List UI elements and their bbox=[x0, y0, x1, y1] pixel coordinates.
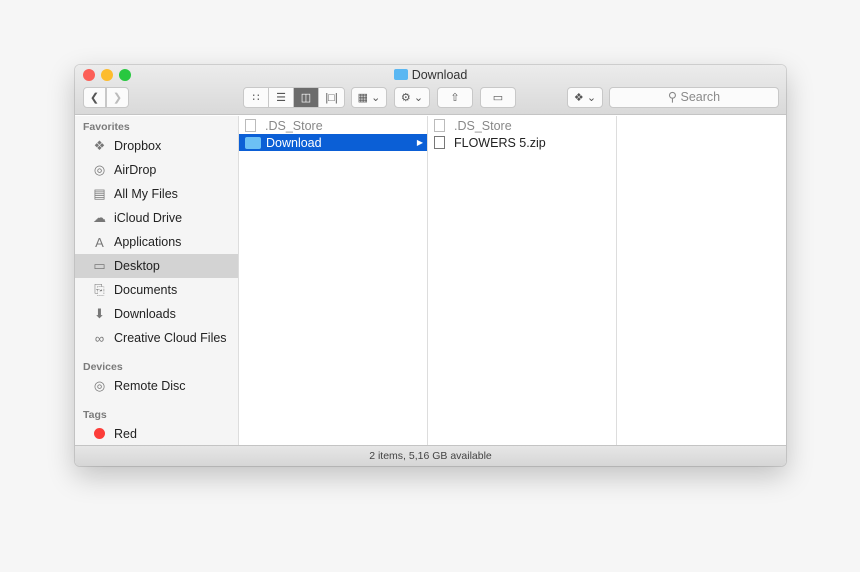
grid-icon: ▦ ⌄ bbox=[357, 92, 381, 104]
dropbox-button[interactable]: ❖ ⌄ bbox=[567, 87, 603, 108]
column-2: .DS_Store FLOWERS 5.zip bbox=[428, 116, 617, 445]
search-input[interactable]: ⚲ Search bbox=[609, 87, 779, 108]
sidebar-item-label: Dropbox bbox=[114, 139, 162, 153]
sidebar-item-label: Applications bbox=[114, 235, 182, 249]
applications-icon: A bbox=[95, 234, 104, 250]
folder-row[interactable]: Download ▶ bbox=[239, 134, 427, 151]
icon-view-button[interactable]: ∷ bbox=[244, 88, 269, 107]
sidebar-item-label: Documents bbox=[114, 283, 178, 297]
sidebar-item-icloud-drive[interactable]: ☁ iCloud Drive bbox=[75, 206, 238, 230]
sidebar-item-remote-disc[interactable]: ◎ Remote Disc bbox=[75, 374, 238, 398]
airdrop-icon: ◎ bbox=[93, 162, 106, 177]
sidebar-item-downloads[interactable]: ⬇ Downloads bbox=[75, 302, 238, 326]
forward-button[interactable]: ❯ bbox=[106, 87, 129, 108]
search-icon: ⚲ bbox=[667, 90, 681, 104]
favorites-heading: Favorites bbox=[83, 121, 130, 133]
tag-icon: ▭ bbox=[492, 92, 504, 104]
sidebar-item-label: iCloud Drive bbox=[114, 211, 183, 225]
column-view-button[interactable]: ◫ bbox=[294, 88, 319, 107]
disc-icon: ◎ bbox=[93, 378, 106, 393]
document-icon bbox=[245, 119, 256, 132]
documents-icon: ⎘ bbox=[94, 282, 105, 297]
downloads-icon: ⬇ bbox=[94, 306, 105, 321]
sidebar-item-creative-cloud-files[interactable]: ∞ Creative Cloud Files bbox=[75, 326, 238, 350]
gear-icon: ⚙ ⌄ bbox=[400, 92, 424, 104]
titlebar: Download ❮ ❯ ∷ ☰ ◫ |□| ▦ ⌄ ⚙ ⌄ ⇧ ▭ ❖ ⌄ ⚲… bbox=[75, 65, 786, 115]
disclosure-arrow-icon: ▶ bbox=[416, 138, 423, 147]
folder-icon bbox=[393, 69, 408, 80]
share-icon: ⇧ bbox=[450, 92, 460, 104]
sidebar-item-label: Downloads bbox=[114, 307, 176, 321]
zip-icon bbox=[434, 136, 445, 149]
back-button[interactable]: ❮ bbox=[83, 87, 106, 108]
file-row[interactable]: .DS_Store bbox=[239, 117, 427, 134]
sidebar: Favorites ❖ Dropbox ◎ AirDrop ▤ All My Files ☁… bbox=[75, 116, 239, 445]
chevron-right-icon: ❯ bbox=[112, 92, 123, 104]
file-name: .DS_Store bbox=[454, 118, 512, 133]
devices-heading: Devices bbox=[83, 361, 123, 373]
finder-window: Download ❮ ❯ ∷ ☰ ◫ |□| ▦ ⌄ ⚙ ⌄ ⇧ ▭ ❖ ⌄ ⚲… bbox=[75, 65, 786, 466]
sidebar-item-label: Remote Disc bbox=[114, 379, 186, 393]
file-row[interactable]: FLOWERS 5.zip bbox=[428, 134, 616, 151]
folder-icon bbox=[245, 136, 261, 149]
search-placeholder: Search bbox=[680, 90, 721, 104]
status-bar: 2 items, 5,16 GB available bbox=[75, 445, 786, 466]
sidebar-item-label: Red bbox=[114, 427, 137, 441]
sidebar-item-label: All My Files bbox=[114, 187, 178, 201]
sidebar-item-all-my-files[interactable]: ▤ All My Files bbox=[75, 182, 238, 206]
cloud-icon: ☁ bbox=[93, 210, 106, 225]
window-title: Download bbox=[75, 68, 786, 82]
sidebar-item-label: Creative Cloud Files bbox=[114, 331, 227, 345]
file-name: FLOWERS 5.zip bbox=[454, 135, 546, 150]
sidebar-item-applications[interactable]: A Applications bbox=[75, 230, 238, 254]
red-tag-dot-icon bbox=[91, 427, 108, 442]
sidebar-tag-red[interactable]: Red bbox=[75, 422, 238, 445]
sidebar-item-documents[interactable]: ⎘ Documents bbox=[75, 278, 238, 302]
view-switcher: ∷ ☰ ◫ |□| bbox=[243, 87, 345, 108]
sidebar-item-airdrop[interactable]: ◎ AirDrop bbox=[75, 158, 238, 182]
dropbox-icon: ❖ ⌄ bbox=[573, 92, 597, 104]
all-files-icon: ▤ bbox=[93, 186, 106, 201]
chevron-left-icon: ❮ bbox=[89, 92, 100, 104]
sidebar-item-label: AirDrop bbox=[114, 163, 157, 177]
sidebar-item-label: Desktop bbox=[114, 259, 160, 273]
column-3 bbox=[617, 116, 786, 445]
action-button[interactable]: ⚙ ⌄ bbox=[394, 87, 430, 108]
sidebar-item-dropbox[interactable]: ❖ Dropbox bbox=[75, 134, 238, 158]
file-row[interactable]: .DS_Store bbox=[428, 117, 616, 134]
arrange-button[interactable]: ▦ ⌄ bbox=[351, 87, 387, 108]
file-name: Download bbox=[266, 135, 322, 150]
tags-heading: Tags bbox=[83, 409, 107, 421]
desktop-icon: ▭ bbox=[93, 258, 106, 273]
cover-flow-view-button[interactable]: |□| bbox=[319, 88, 344, 107]
column-1: .DS_Store Download ▶ bbox=[239, 116, 428, 445]
document-icon bbox=[434, 119, 445, 132]
window-title-text: Download bbox=[411, 68, 468, 82]
creative-cloud-icon: ∞ bbox=[94, 330, 105, 346]
tags-button[interactable]: ▭ bbox=[480, 87, 516, 108]
list-view-button[interactable]: ☰ bbox=[269, 88, 294, 107]
dropbox-icon: ❖ bbox=[93, 138, 106, 153]
file-name: .DS_Store bbox=[265, 118, 323, 133]
share-button[interactable]: ⇧ bbox=[437, 87, 473, 108]
sidebar-item-desktop[interactable]: ▭ Desktop bbox=[75, 254, 238, 278]
